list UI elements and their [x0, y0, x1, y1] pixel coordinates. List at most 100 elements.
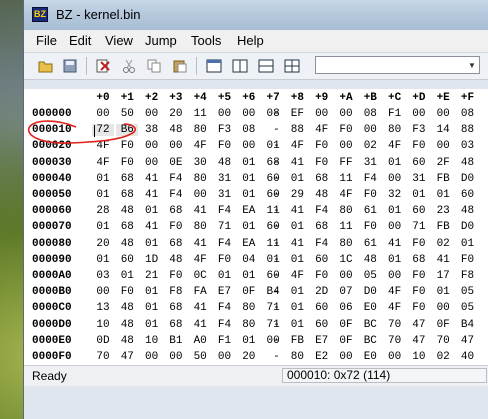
- hex-byte[interactable]: 4F: [311, 124, 333, 136]
- hex-byte[interactable]: 70: [384, 319, 406, 331]
- hex-byte[interactable]: 4F: [189, 254, 211, 266]
- hex-byte[interactable]: 05: [457, 286, 479, 298]
- hex-byte[interactable]: 88: [457, 124, 479, 136]
- hex-byte[interactable]: 70: [432, 335, 454, 347]
- hex-byte[interactable]: 08: [359, 108, 381, 120]
- hex-byte[interactable]: 00: [238, 108, 260, 120]
- hex-byte[interactable]: 01: [432, 189, 454, 201]
- hex-byte[interactable]: F0: [408, 302, 430, 314]
- hex-byte[interactable]: FB: [286, 335, 308, 347]
- hex-byte[interactable]: 48: [116, 319, 138, 331]
- hex-byte[interactable]: 47: [408, 335, 430, 347]
- hex-byte[interactable]: D0: [359, 286, 381, 298]
- hex-byte[interactable]: BC: [359, 335, 381, 347]
- hex-byte[interactable]: 01: [384, 157, 406, 169]
- hex-byte[interactable]: F0: [408, 238, 430, 250]
- hex-byte[interactable]: EA: [238, 238, 260, 250]
- hex-byte[interactable]: 0E: [165, 157, 187, 169]
- hex-byte[interactable]: F4: [165, 173, 187, 185]
- hex-byte[interactable]: 00: [408, 108, 430, 120]
- hex-byte[interactable]: 21: [141, 270, 163, 282]
- compare-icon[interactable]: [94, 57, 114, 75]
- menu-file[interactable]: File: [36, 33, 57, 48]
- hex-byte[interactable]: 01: [238, 157, 260, 169]
- hex-byte[interactable]: 47: [116, 351, 138, 363]
- hex-byte[interactable]: 01: [92, 221, 114, 233]
- copy-icon[interactable]: [144, 57, 164, 75]
- hex-byte[interactable]: 41: [141, 221, 163, 233]
- hex-byte[interactable]: 01: [286, 254, 308, 266]
- hex-byte[interactable]: 01: [116, 270, 138, 282]
- hex-byte[interactable]: 68: [311, 221, 333, 233]
- hex-byte[interactable]: 01: [238, 221, 260, 233]
- hex-byte[interactable]: 68: [311, 173, 333, 185]
- hex-byte[interactable]: F8: [165, 286, 187, 298]
- view-grid-icon[interactable]: [282, 57, 302, 75]
- hex-byte[interactable]: 4F: [92, 140, 114, 152]
- hex-byte[interactable]: F0: [165, 221, 187, 233]
- hex-byte[interactable]: 05: [457, 302, 479, 314]
- hex-byte[interactable]: 31: [408, 173, 430, 185]
- hex-byte[interactable]: 80: [335, 205, 357, 217]
- hex-byte[interactable]: B4: [457, 319, 479, 331]
- hex-byte[interactable]: 01: [384, 205, 406, 217]
- hex-byte[interactable]: F4: [311, 205, 333, 217]
- hex-byte[interactable]: FF: [335, 157, 357, 169]
- hex-byte[interactable]: 41: [189, 238, 211, 250]
- hex-byte[interactable]: 41: [189, 319, 211, 331]
- hex-byte[interactable]: FB: [432, 173, 454, 185]
- hex-byte[interactable]: F0: [408, 270, 430, 282]
- hex-byte[interactable]: 04: [238, 254, 260, 266]
- hex-byte[interactable]: 0F: [432, 319, 454, 331]
- hex-byte[interactable]: EA: [238, 205, 260, 217]
- hex-byte[interactable]: 00: [214, 108, 236, 120]
- hex-byte[interactable]: E0: [359, 351, 381, 363]
- hex-byte[interactable]: 4F: [286, 270, 308, 282]
- hex-byte[interactable]: 01: [141, 319, 163, 331]
- hex-byte[interactable]: 70: [384, 335, 406, 347]
- hex-byte[interactable]: 02: [432, 351, 454, 363]
- view-split-vertical-icon[interactable]: [230, 57, 250, 75]
- hex-byte[interactable]: F4: [165, 189, 187, 201]
- hex-byte[interactable]: F0: [311, 140, 333, 152]
- hex-byte[interactable]: E7: [311, 335, 333, 347]
- hex-byte[interactable]: A0: [189, 335, 211, 347]
- hex-byte[interactable]: 01: [238, 173, 260, 185]
- hex-byte[interactable]: F4: [214, 205, 236, 217]
- hex-byte[interactable]: 68: [165, 319, 187, 331]
- menu-jump[interactable]: Jump: [145, 33, 177, 48]
- hex-byte[interactable]: 71: [408, 221, 430, 233]
- hex-byte[interactable]: 41: [286, 205, 308, 217]
- hex-byte[interactable]: 00: [165, 351, 187, 363]
- hex-byte[interactable]: 70: [92, 351, 114, 363]
- hex-byte[interactable]: 71: [214, 221, 236, 233]
- title-bar[interactable]: BZ BZ - kernel.bin: [24, 0, 488, 30]
- hex-byte[interactable]: F8: [457, 270, 479, 282]
- hex-byte[interactable]: 01: [286, 286, 308, 298]
- hex-byte[interactable]: 80: [238, 302, 260, 314]
- hex-byte[interactable]: 41: [189, 302, 211, 314]
- hex-byte[interactable]: 31: [359, 157, 381, 169]
- hex-byte[interactable]: 38: [141, 124, 163, 136]
- hex-byte[interactable]: 68: [116, 221, 138, 233]
- hex-byte[interactable]: 50: [189, 351, 211, 363]
- hex-byte[interactable]: E2: [311, 351, 333, 363]
- hex-byte[interactable]: 40: [457, 351, 479, 363]
- hex-byte[interactable]: 0F: [335, 335, 357, 347]
- hex-byte[interactable]: F4: [311, 238, 333, 250]
- hex-byte[interactable]: 4F: [384, 286, 406, 298]
- hex-byte[interactable]: 00: [384, 270, 406, 282]
- hex-byte[interactable]: 4F: [384, 302, 406, 314]
- hex-byte[interactable]: F1: [214, 335, 236, 347]
- hex-byte[interactable]: 03: [92, 270, 114, 282]
- hex-byte[interactable]: 00: [141, 157, 163, 169]
- hex-byte[interactable]: 48: [116, 302, 138, 314]
- view-single-icon[interactable]: [204, 57, 224, 75]
- hex-byte[interactable]: 47: [457, 335, 479, 347]
- hex-byte[interactable]: 10: [92, 319, 114, 331]
- hex-byte[interactable]: 1D: [141, 254, 163, 266]
- hex-byte[interactable]: 00: [335, 270, 357, 282]
- hex-byte[interactable]: 31: [214, 173, 236, 185]
- hex-byte[interactable]: 80: [189, 173, 211, 185]
- hex-byte[interactable]: EF: [286, 108, 308, 120]
